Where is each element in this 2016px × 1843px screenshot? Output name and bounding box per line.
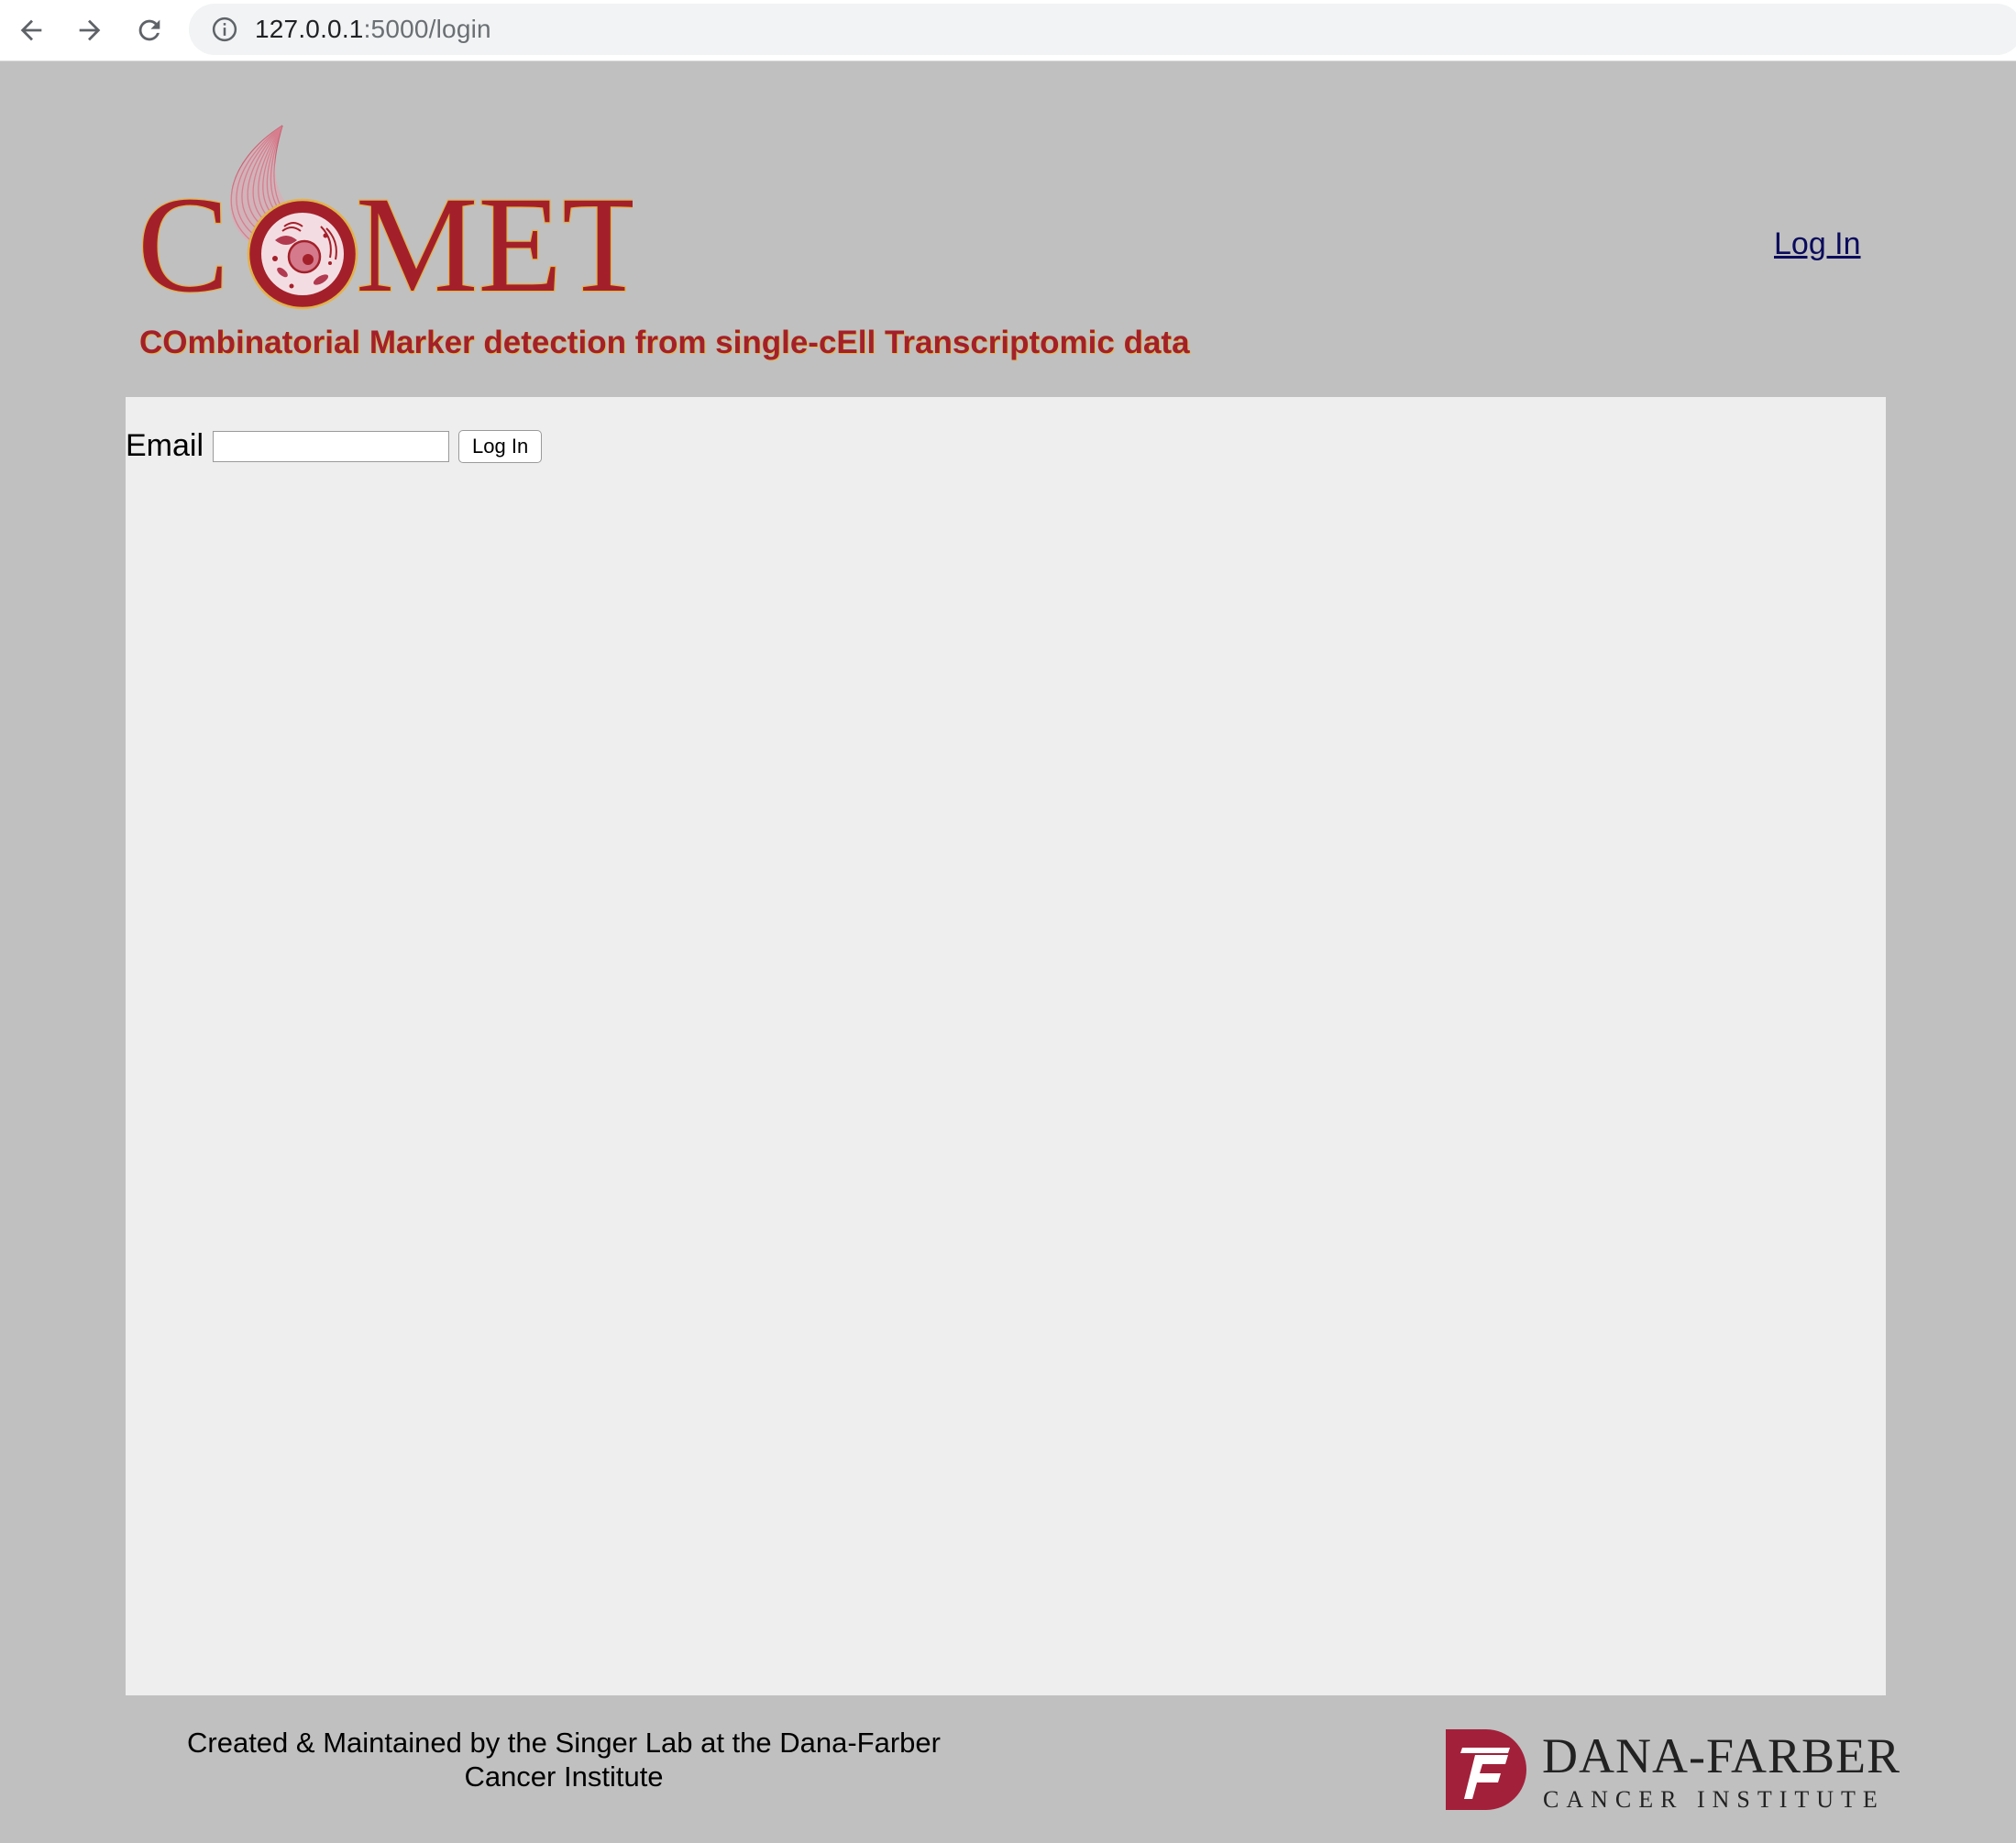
forward-button[interactable] [68,8,112,52]
email-label: Email [126,428,204,463]
back-arrow-icon [20,19,42,41]
email-field[interactable] [213,430,450,462]
svg-text:MET: MET [356,169,633,321]
reload-icon [138,19,160,41]
dana-farber-emblem-icon [1446,1729,1526,1810]
url-host: 127.0.0.1 [255,15,364,43]
comet-logo[interactable]: C MET [137,89,647,346]
back-button[interactable] [9,8,53,52]
dana-farber-logo[interactable]: DANA-FARBER CANCER INSTITUTE [1444,1726,1900,1826]
main-content-panel: Email Log In [126,397,1886,1695]
info-icon[interactable] [211,16,238,43]
comet-logo-graphic: C MET [137,125,647,322]
institute-name: DANA-FARBER [1542,1728,1901,1783]
login-form: Email Log In [126,428,543,464]
reload-button[interactable] [127,8,171,52]
url-path: :5000/login [363,15,491,43]
footer-credit: Created & Maintained by the Singer Lab a… [165,1726,963,1793]
footer-credit-line-2: Cancer Institute [464,1760,664,1793]
login-submit-button[interactable]: Log In [458,429,543,463]
page-body: C MET Log In COmbinatorial Marker detect… [0,61,2016,1843]
address-bar[interactable]: 127.0.0.1:5000/login [189,4,2016,55]
browser-toolbar: 127.0.0.1:5000/login [0,0,2016,61]
url-text: 127.0.0.1:5000/login [255,15,491,44]
app-tagline: COmbinatorial Marker detection from sing… [139,325,1190,360]
footer-credit-line-1: Created & Maintained by the Singer Lab a… [187,1727,941,1759]
institute-subtitle: CANCER INSTITUTE [1543,1786,1885,1813]
forward-arrow-icon [79,19,101,41]
svg-text:C: C [138,169,229,321]
header-login-link[interactable]: Log In [1774,226,1861,262]
